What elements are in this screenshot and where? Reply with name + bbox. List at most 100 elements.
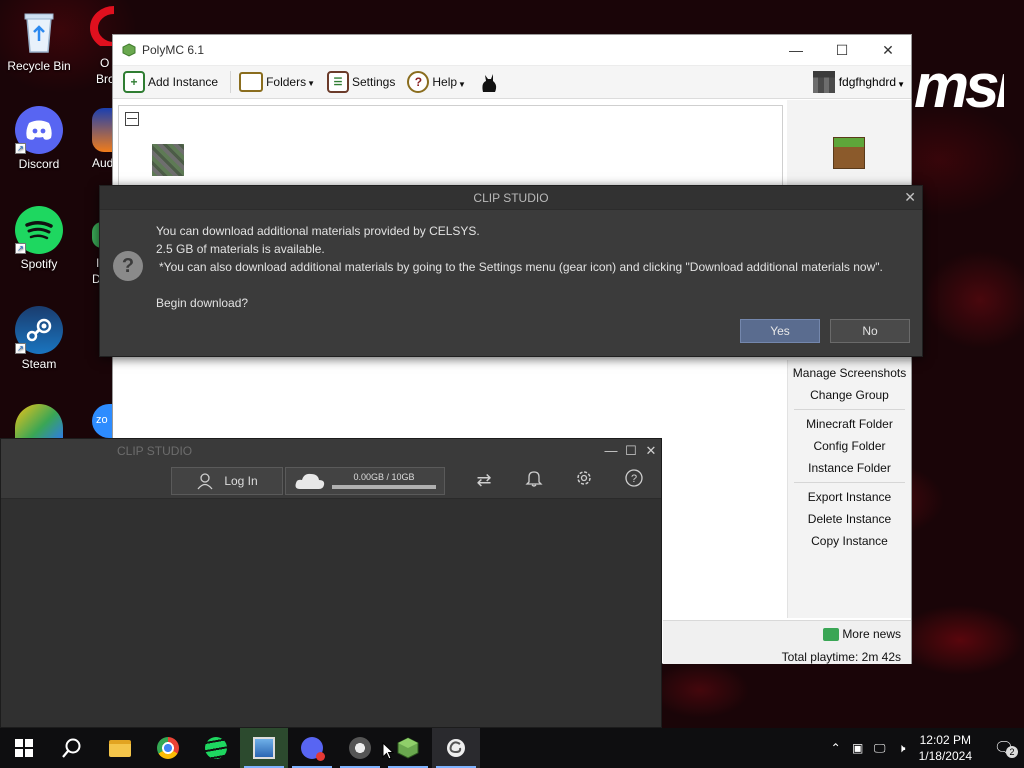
folder-icon [239,72,264,92]
account-avatar-icon [812,71,835,93]
instance-item[interactable] [152,144,184,176]
cloud-storage-button[interactable]: 0.00GB / 10GB [285,466,445,495]
start-button[interactable] [0,728,48,768]
clip-studio-title: CLIP STUDIO [117,444,193,458]
system-tray: ⌃ ▣ 🖵 🕨 12:02 PM 1/18/2024 🗨 2 [825,732,1024,764]
taskbar-spotify[interactable] [192,728,240,768]
dialog-close-button[interactable]: ✕ [904,189,916,206]
game-app-icon [349,737,371,759]
notification-count-badge: 2 [1006,746,1018,758]
folder-icon [109,739,131,757]
stone-block-icon [152,144,184,176]
taskbar-clock[interactable]: 12:02 PM 1/18/2024 [919,732,972,764]
dialog-line-1: You can download additional materials pr… [156,224,480,238]
taskbar-file-explorer[interactable] [96,728,144,768]
windows-icon [15,739,33,757]
spotify-icon: ↗ [15,206,63,254]
copy-instance-button[interactable]: Copy Instance [788,530,911,552]
account-name: fdgfhghdrd [838,75,897,89]
instance-folder-button[interactable]: Instance Folder [788,457,911,479]
window-title: PolyMC 6.1 [142,43,205,57]
taskbar-clip-studio[interactable] [432,728,480,768]
volume-muted-icon[interactable]: 🕨 [891,741,913,756]
help-button[interactable]: ? Help ▼ [407,71,466,93]
cat-icon [482,74,497,92]
sidebar-separator [794,482,905,483]
discord-label: Discord [18,157,60,171]
login-button[interactable]: Log In [171,466,283,495]
sync-button[interactable]: ⇄ [459,470,509,491]
minimize-button[interactable]: — [601,443,621,459]
desktop-icon-audacity[interactable]: Aud [90,104,116,176]
shortcut-arrow-icon: ↗ [15,343,26,354]
group-collapse-icon[interactable] [125,112,139,126]
clip-studio-icon [447,739,465,757]
manage-screenshots-button[interactable]: Manage Screenshots [788,362,911,384]
maximize-button[interactable]: ☐ [621,443,641,459]
tray-overflow-button[interactable]: ⌃ [825,741,847,755]
clock-time: 12:02 PM [919,733,971,747]
desktop-icon-recycle-bin[interactable]: Recycle Bin [1,8,77,73]
question-icon: ? [113,251,143,281]
no-button[interactable]: No [830,319,910,343]
notification-center-button[interactable]: 🗨 2 [984,738,1024,758]
dialog-title: CLIP STUDIO [473,190,549,205]
zoom-icon: zo [96,414,108,426]
desktop-icon-discord[interactable]: ↗ Discord [1,106,77,171]
maximize-button[interactable]: ☐ [819,35,865,65]
minecraft-folder-button[interactable]: Minecraft Folder [788,413,911,435]
cat-button[interactable] [478,71,500,93]
taskbar-game-app[interactable] [336,728,384,768]
desktop-icon-opera[interactable]: O Bro [90,6,138,86]
dropdown-caret-icon: ▼ [897,80,905,89]
network-icon[interactable]: 🖵 [869,741,891,756]
help-icon: ? [625,469,643,487]
account-button[interactable]: fdgfhghdrd ▼ [812,71,905,93]
notifications-button[interactable] [509,469,559,492]
sidebar-separator [794,409,905,410]
polymc-logo-icon [122,43,136,57]
more-news-button[interactable]: More news [823,627,901,641]
clip-studio-titlebar[interactable]: CLIP STUDIO — ☐ ✕ [1,439,661,463]
delete-instance-button[interactable]: Delete Instance [788,508,911,530]
dialog-titlebar[interactable]: CLIP STUDIO ✕ [100,186,922,210]
add-instance-button[interactable]: + Add Instance [123,71,218,93]
dialog-line-4: Begin download? [156,296,249,310]
toolbar-separator [230,71,232,93]
add-instance-icon: + [123,71,145,93]
instance-actions-sidebar: Manage Screenshots Change Group Minecraf… [787,360,911,618]
desktop-icon-spotify[interactable]: ↗ Spotify [1,206,77,271]
audacity-label-partial: Aud [92,156,114,170]
taskbar-discord[interactable] [288,728,336,768]
search-button[interactable] [48,728,96,768]
settings-button[interactable]: ☰ Settings [327,71,395,93]
yes-button[interactable]: Yes [740,319,820,343]
dropdown-caret-icon: ▼ [307,79,315,88]
spotify-icon [205,737,227,759]
shortcut-arrow-icon: ↗ [15,143,26,154]
change-group-button[interactable]: Change Group [788,384,911,406]
polymc-toolbar: + Add Instance Folders ▼ ☰ Settings ? He… [113,65,911,99]
steam-label: Steam [21,357,57,371]
desktop-icon-zoom[interactable]: zo [92,404,114,438]
taskbar-chrome[interactable] [144,728,192,768]
help-button[interactable]: ? [609,468,659,493]
steam-icon: ↗ [15,306,63,354]
mouse-cursor-icon [382,742,394,760]
taskbar-installer-app[interactable] [240,728,288,768]
folders-label: Folders [266,75,307,89]
search-icon [62,738,81,758]
polymc-titlebar[interactable]: PolyMC 6.1 — ☐ ✕ [113,35,911,65]
config-folder-button[interactable]: Config Folder [788,435,911,457]
discord-icon [301,737,325,761]
minimize-button[interactable]: — [773,35,819,65]
playtime-text: Total playtime: 2m 42s [781,650,901,664]
desktop-icon-partial-game[interactable] [14,404,64,441]
close-button[interactable]: ✕ [865,35,911,65]
folders-button[interactable]: Folders ▼ [239,72,315,92]
settings-button[interactable] [559,468,609,493]
close-button[interactable]: ✕ [641,443,661,459]
export-instance-button[interactable]: Export Instance [788,486,911,508]
desktop-icon-steam[interactable]: ↗ Steam [1,306,77,371]
tray-app-icon[interactable]: ▣ [847,741,869,755]
